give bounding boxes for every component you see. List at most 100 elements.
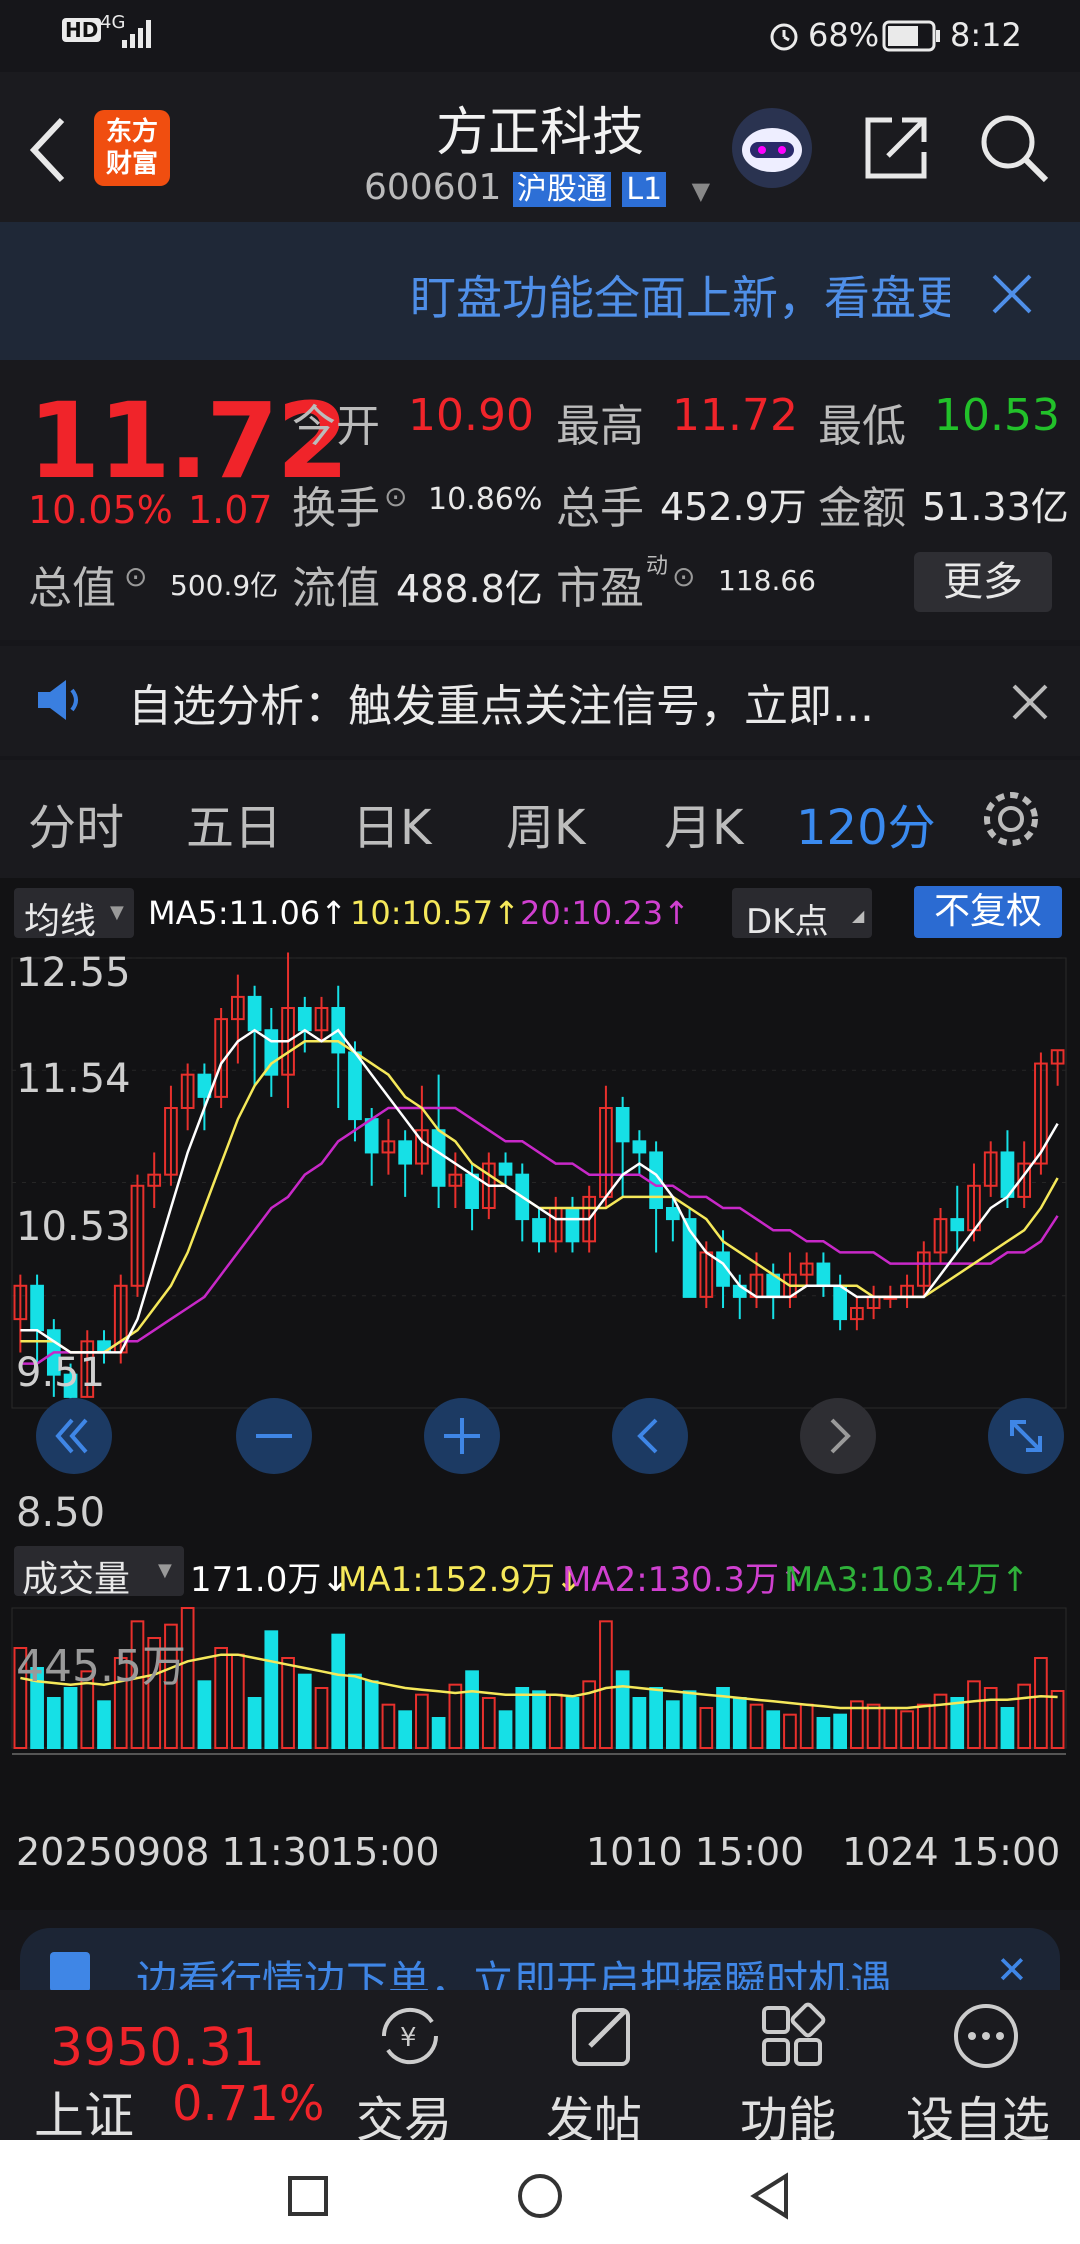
battery-percent: 68% bbox=[808, 16, 880, 54]
price-axis-label: 12.55 bbox=[16, 950, 131, 996]
clock: 8:12 bbox=[950, 16, 1022, 54]
feature-banner[interactable]: 盯盘功能全面上新，看盘更 bbox=[0, 222, 1080, 360]
home-circle-icon[interactable] bbox=[516, 2172, 564, 2220]
price-axis-label: 9.51 bbox=[16, 1350, 106, 1396]
zoom-in-button[interactable] bbox=[424, 1398, 500, 1474]
nav-features[interactable]: 功能 bbox=[722, 1990, 882, 2148]
candle-body bbox=[665, 1207, 680, 1221]
scroll-left-button[interactable] bbox=[612, 1398, 688, 1474]
candle-body bbox=[465, 1173, 479, 1210]
volume-bar bbox=[783, 1713, 797, 1749]
speaker-icon bbox=[38, 680, 78, 720]
volume-ma2: MA2:130.3万↑ bbox=[562, 1560, 808, 1600]
stock-code-row[interactable]: 600601 沪股通 L1 ▼ bbox=[364, 164, 710, 208]
index-ticker[interactable]: 3950.31 上证 0.71% bbox=[0, 1990, 324, 2145]
more-button[interactable]: 更多 bbox=[914, 552, 1052, 612]
scroll-right-button[interactable] bbox=[800, 1398, 876, 1474]
stock-header: 东方 财富 方正科技 600601 沪股通 L1 ▼ bbox=[0, 72, 1080, 222]
chevron-down-icon: ▼ bbox=[158, 1560, 172, 1581]
banner-text: 盯盘功能全面上新，看盘更 bbox=[410, 271, 950, 325]
volume-bar bbox=[415, 1693, 429, 1749]
price-axis-label: 11.54 bbox=[16, 1056, 131, 1102]
hd-indicator: HD bbox=[62, 18, 102, 42]
change-amount: 1.07 bbox=[188, 488, 273, 532]
settings-gear-icon[interactable] bbox=[980, 788, 1042, 850]
tab-weekly-k[interactable]: 周K bbox=[506, 788, 585, 858]
ma-selector[interactable]: 均线 ▼ bbox=[14, 888, 134, 942]
index-value: 3950.31 bbox=[50, 2018, 266, 2078]
volume-bar bbox=[933, 1693, 948, 1749]
volume-bar bbox=[231, 1653, 245, 1750]
close-icon[interactable] bbox=[1010, 682, 1050, 722]
volume-bar bbox=[833, 1713, 847, 1749]
ma-selector-label: 均线 bbox=[24, 901, 97, 942]
volume-value: 452.9万 bbox=[660, 485, 807, 529]
time-axis-label: 20250908 11:30 bbox=[16, 1830, 332, 1874]
system-navigation-bar bbox=[0, 2140, 1080, 2244]
grid-icon bbox=[762, 2002, 826, 2066]
robot-assistant-icon[interactable] bbox=[730, 106, 814, 190]
low-label: 最低 bbox=[818, 401, 906, 452]
candle-body bbox=[632, 1140, 647, 1154]
dk-selector[interactable]: DK点 ◢ bbox=[732, 888, 872, 942]
volume-current: 171.0万↓ bbox=[190, 1560, 350, 1600]
analysis-notice[interactable]: 自选分析：触发重点关注信号，立即... bbox=[0, 646, 1080, 756]
close-icon[interactable] bbox=[988, 270, 1036, 318]
high-value: 11.72 bbox=[672, 390, 798, 441]
tab-120min[interactable]: 120分 bbox=[796, 788, 936, 858]
quote-panel: 11.72 10.05% 1.07 今开 10.90 最高 11.72 最低 1… bbox=[0, 360, 1080, 640]
volume-bar bbox=[548, 1693, 563, 1749]
candle-body bbox=[950, 1218, 965, 1232]
scroll-left-fast-button[interactable] bbox=[36, 1398, 112, 1474]
nav-add-watchlist[interactable]: 设自选 bbox=[900, 1990, 1080, 2148]
tag-level: L1 bbox=[622, 172, 667, 207]
nav-post[interactable]: 发帖 bbox=[530, 1990, 690, 2148]
volume-bar bbox=[799, 1703, 814, 1749]
megaphone-icon bbox=[50, 1952, 90, 1990]
volume-max-label: 445.5万 bbox=[16, 1641, 186, 1692]
volume-selector[interactable]: 成交量 ▼ bbox=[14, 1546, 184, 1600]
close-icon[interactable]: ✕ bbox=[996, 1948, 1028, 1990]
volume-bar bbox=[46, 1697, 61, 1749]
zoom-out-button[interactable] bbox=[236, 1398, 312, 1474]
turnover-value: 10.86% bbox=[428, 482, 543, 517]
index-change: 0.71% bbox=[172, 2076, 325, 2132]
volume-bar bbox=[515, 1687, 530, 1749]
fullscreen-button[interactable] bbox=[988, 1398, 1064, 1474]
recents-square-icon[interactable] bbox=[286, 2174, 330, 2218]
share-icon[interactable] bbox=[862, 114, 930, 182]
kline-chart-area: 均线 ▼ MA5:11.06↑ 10:10.57↑ 20:10.23↑ DK点 … bbox=[0, 878, 1080, 1910]
price-axis-label: 8.50 bbox=[16, 1490, 106, 1536]
signal-icon bbox=[122, 20, 151, 48]
volume-bar bbox=[950, 1697, 965, 1749]
volume-bar bbox=[63, 1687, 78, 1749]
candle-body bbox=[431, 1129, 446, 1187]
volume-bar bbox=[281, 1657, 295, 1749]
tab-five-day[interactable]: 五日 bbox=[186, 788, 282, 858]
market-cap-label: 总值 bbox=[28, 563, 116, 614]
info-icon[interactable]: ⊙ bbox=[384, 480, 407, 513]
turnover-label: 换手 bbox=[292, 483, 380, 534]
nav-trade[interactable]: ¥ 交易 bbox=[340, 1990, 500, 2148]
market-cap-value: 500.9亿 bbox=[170, 569, 279, 602]
float-cap-value: 488.8亿 bbox=[396, 567, 543, 611]
tab-monthly-k[interactable]: 月K bbox=[664, 788, 743, 858]
search-icon[interactable] bbox=[978, 112, 1050, 184]
back-triangle-icon[interactable] bbox=[746, 2170, 794, 2222]
tab-timeshare[interactable]: 分时 bbox=[28, 788, 124, 858]
volume-bar bbox=[632, 1697, 647, 1749]
info-icon[interactable]: ⊙ bbox=[672, 560, 695, 593]
candle-body bbox=[348, 1051, 362, 1121]
trade-ad-banner[interactable]: 边看行情边下单，立即开启把握瞬时机遇 ✕ bbox=[20, 1928, 1060, 1990]
info-icon[interactable]: ⊙ bbox=[124, 560, 147, 593]
volume-bar bbox=[866, 1703, 881, 1749]
volume-bar bbox=[599, 1620, 613, 1749]
volume-bar bbox=[264, 1630, 279, 1749]
volume-bar bbox=[465, 1670, 479, 1749]
edit-icon bbox=[572, 2008, 630, 2066]
adjust-button[interactable]: 不复权 bbox=[914, 886, 1062, 938]
alarm-icon bbox=[770, 23, 798, 51]
candlestick-chart[interactable] bbox=[0, 938, 1080, 1428]
candle-body bbox=[297, 1007, 312, 1032]
tab-daily-k[interactable]: 日K bbox=[352, 788, 431, 858]
